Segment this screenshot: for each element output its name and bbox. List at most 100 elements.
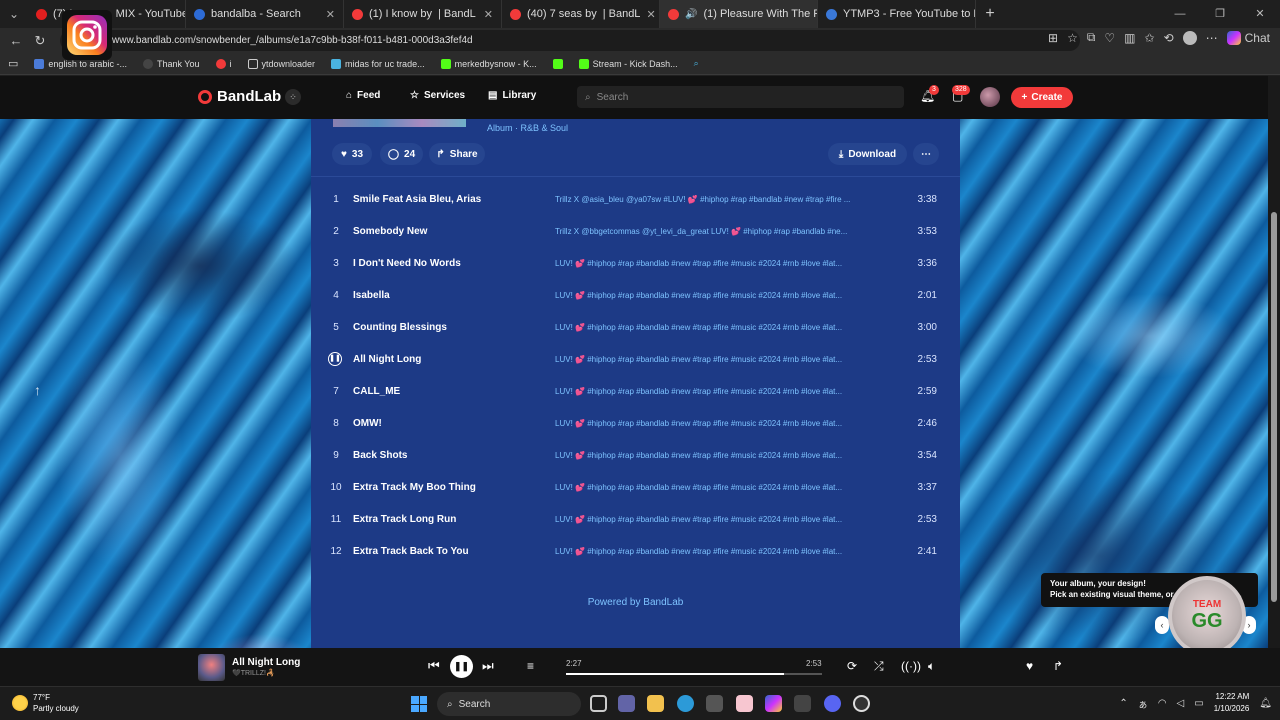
track-description[interactable]: LUV! 💕 #hiphop #rap #bandlab #new #trap … xyxy=(555,259,865,268)
bookmark-midas[interactable]: midas for uc trade... xyxy=(331,58,425,69)
track-description[interactable]: LUV! 💕 #hiphop #rap #bandlab #new #trap … xyxy=(555,323,865,332)
share-icon[interactable]: ↱ xyxy=(1053,659,1063,673)
track-row[interactable]: 10 Extra Track My Boo Thing LUV! 💕 #hiphop… xyxy=(311,473,960,505)
scroll-thumb[interactable] xyxy=(1271,212,1277,602)
tab-switcher-icon[interactable]: ▭ xyxy=(8,57,18,70)
back-arrow-icon[interactable]: ← xyxy=(4,33,28,48)
track-description[interactable]: LUV! 💕 #hiphop #rap #bandlab #new #trap … xyxy=(555,387,865,396)
nav-feed[interactable]: ⌂ Feed xyxy=(346,90,380,101)
show-hidden-icons-icon[interactable]: ⌃ xyxy=(1119,698,1127,709)
profile-avatar[interactable] xyxy=(1182,30,1197,45)
windows-start-icon[interactable] xyxy=(411,696,427,712)
track-row[interactable]: 2 Somebody New Trillz X @bbgetcommas @yt_l… xyxy=(311,217,960,249)
volume-icon[interactable]: 🔈︎ xyxy=(928,659,935,674)
more-options-button[interactable]: ⋯ xyxy=(913,143,939,165)
store-icon[interactable] xyxy=(706,695,723,712)
battery-icon[interactable]: ▭ xyxy=(1194,698,1203,709)
track-title[interactable]: Extra Track Long Run xyxy=(353,514,456,525)
track-description[interactable]: LUV! 💕 #hiphop #rap #bandlab #new #trap … xyxy=(555,291,865,300)
track-row[interactable]: 11 Extra Track Long Run LUV! 💕 #hiphop #ra… xyxy=(311,505,960,537)
track-description[interactable]: LUV! 💕 #hiphop #rap #bandlab #new #trap … xyxy=(555,419,865,428)
broadcast-icon[interactable]: ((·)) xyxy=(901,659,921,673)
track-title[interactable]: Extra Track Back To You xyxy=(353,546,469,557)
wifi-icon[interactable]: ◠ xyxy=(1158,698,1167,709)
album-cover[interactable] xyxy=(333,119,466,127)
next-track-icon[interactable]: ⏭ xyxy=(482,658,494,674)
track-title[interactable]: Isabella xyxy=(353,290,390,301)
shuffle-icon[interactable]: ⤮ xyxy=(874,659,884,674)
track-row[interactable]: 9 Back Shots LUV! 💕 #hiphop #rap #bandlab … xyxy=(311,441,960,473)
speaker-icon[interactable]: 🔊 xyxy=(685,9,697,20)
minimize-icon[interactable]: — xyxy=(1160,0,1200,28)
discord-icon[interactable] xyxy=(824,695,841,712)
track-description[interactable]: LUV! 💕 #hiphop #rap #bandlab #new #trap … xyxy=(555,451,865,460)
track-description[interactable]: LUV! 💕 #hiphop #rap #bandlab #new #trap … xyxy=(555,515,865,524)
teams-icon[interactable] xyxy=(618,695,635,712)
bookmark-merkedbysnow[interactable]: merkedbysnow - K... xyxy=(440,58,537,69)
maximize-icon[interactable]: ❐ xyxy=(1200,0,1240,28)
edge-icon[interactable] xyxy=(677,695,694,712)
powered-by-link[interactable]: Powered by BandLab xyxy=(311,597,960,608)
download-button[interactable]: ⤓ Download xyxy=(828,143,907,165)
track-description[interactable]: Trillz X @asia_bleu @ya07sw #LUV! 💕 #hip… xyxy=(555,195,865,204)
repeat-icon[interactable]: ⟳ xyxy=(847,659,857,673)
track-description[interactable]: LUV! 💕 #hiphop #rap #bandlab #new #trap … xyxy=(555,483,865,492)
create-button[interactable]: + Create xyxy=(1011,87,1073,108)
notes-icon[interactable] xyxy=(736,695,753,712)
track-description[interactable]: LUV! 💕 #hiphop #rap #bandlab #new #trap … xyxy=(555,547,865,556)
clock[interactable]: 12:22 AM 1/10/2026 xyxy=(1214,691,1250,715)
track-row[interactable]: 7 CALL_ME LUV! 💕 #hiphop #rap #bandlab #ne… xyxy=(311,377,960,409)
apps-grid-icon[interactable]: ⁘ xyxy=(285,89,301,105)
track-row[interactable]: 8 OMW! LUV! 💕 #hiphop #rap #bandlab #new #… xyxy=(311,409,960,441)
track-title[interactable]: Smile Feat Asia Bleu, Arias xyxy=(353,194,481,205)
now-playing-title[interactable]: All Night Long xyxy=(232,657,300,668)
notification-bell-icon[interactable]: 🔔︎ xyxy=(1259,698,1272,709)
new-tab-plus-icon[interactable]: + xyxy=(976,5,1004,23)
browser-tab-pleasure-with-the-pain[interactable]: 🔊 (1) Pleasure With The Pain by ✕ xyxy=(660,0,818,28)
queue-icon[interactable]: ≡ xyxy=(527,659,534,673)
like-button[interactable]: ♥ 33 xyxy=(332,143,372,165)
bookmark-ytdownloader[interactable]: ytdownloader xyxy=(247,58,315,69)
favorites-icon[interactable]: ✩ xyxy=(1145,31,1155,45)
url-field[interactable]: www.bandlab.com/snowbender_/albums/e1a7c… xyxy=(60,30,1080,51)
now-playing-artwork[interactable] xyxy=(198,654,225,681)
previous-track-icon[interactable]: ⏮ xyxy=(428,658,440,674)
extensions-icon[interactable]: ⧉ xyxy=(1087,30,1096,45)
share-button[interactable]: ↱ Share xyxy=(429,143,485,165)
bandlab-logo[interactable]: BandLab xyxy=(198,88,281,105)
taskbar-search[interactable]: ⌕ Search xyxy=(437,692,581,716)
track-title[interactable]: Extra Track My Boo Thing xyxy=(353,482,476,493)
browser-tab-7-seas[interactable]: (40) 7 seas by | BandL ✕ xyxy=(502,0,660,28)
track-title[interactable]: Somebody New xyxy=(353,226,427,237)
track-row[interactable]: 5 Counting Blessings LUV! 💕 #hiphop #rap #… xyxy=(311,313,960,345)
browser-tab-ytmp3[interactable]: YTMP3 - Free YouTube to MP3 Co ✕ xyxy=(818,0,976,28)
close-tab-icon[interactable]: ✕ xyxy=(484,8,493,21)
steam-icon[interactable] xyxy=(853,695,870,712)
volume-tray-icon[interactable]: ◁ xyxy=(1177,698,1185,709)
close-window-icon[interactable]: ✕ xyxy=(1240,0,1280,28)
file-explorer-icon[interactable] xyxy=(647,695,664,712)
copilot-app-icon[interactable] xyxy=(765,695,782,712)
like-heart-icon[interactable]: ♥ xyxy=(1026,659,1033,673)
app-icon[interactable] xyxy=(794,695,811,712)
close-tab-icon[interactable]: ✕ xyxy=(326,8,335,21)
split-screen-icon[interactable]: ▥ xyxy=(1124,31,1135,45)
language-icon[interactable]: ぁ xyxy=(1138,696,1148,711)
pause-circle-icon[interactable]: ❚❚ xyxy=(328,352,342,366)
tooltip-prev-icon[interactable]: ‹ xyxy=(1155,616,1169,634)
now-playing-artist[interactable]: 🖤TRILLZ!🦂 xyxy=(232,669,275,677)
close-tab-icon[interactable]: ✕ xyxy=(646,8,655,21)
track-description[interactable]: LUV! 💕 #hiphop #rap #bandlab #new #trap … xyxy=(555,355,865,364)
pause-button[interactable]: ❚❚ xyxy=(450,655,473,678)
copilot-chat-button[interactable]: Chat xyxy=(1226,30,1270,45)
browser-tab-search[interactable]: bandalba - Search ✕ xyxy=(186,0,344,28)
track-title[interactable]: Back Shots xyxy=(353,450,407,461)
browser-essentials-icon[interactable]: ♡ xyxy=(1104,31,1115,45)
browser-tab-i-know[interactable]: (1) I know by | BandL ✕ xyxy=(344,0,502,28)
page-scrollbar[interactable] xyxy=(1268,76,1280,648)
bookmark-search-icon[interactable]: ⌕ xyxy=(694,58,699,69)
bookmark-kick[interactable] xyxy=(552,58,563,69)
track-title[interactable]: OMW! xyxy=(353,418,382,429)
track-description[interactable]: Trillz X @bbgetcommas @yt_levi_da_great … xyxy=(555,227,865,236)
track-row[interactable]: 1 Smile Feat Asia Bleu, Arias Trillz X @as… xyxy=(311,185,960,217)
